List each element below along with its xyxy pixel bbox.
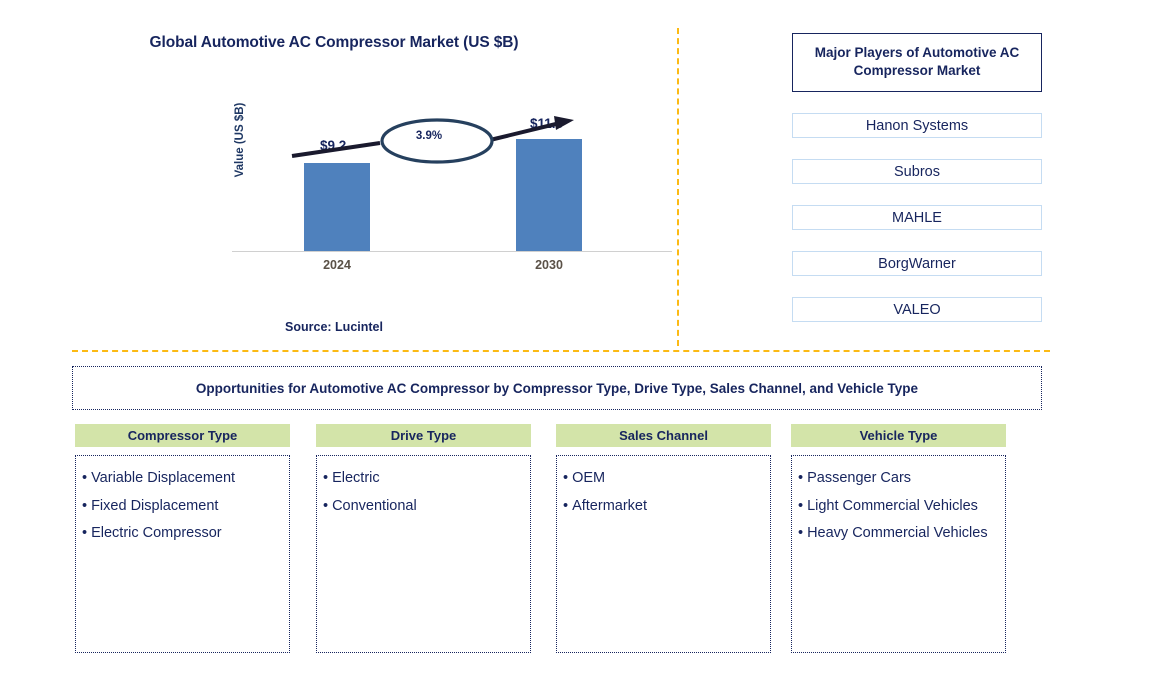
list-item-label: Fixed Displacement	[91, 497, 219, 514]
list-item-label: Conventional	[332, 497, 417, 514]
opportunity-columns: Compressor Type • Variable Displacement •…	[75, 424, 1040, 654]
list-item: • Conventional	[323, 496, 526, 517]
column-body: • OEM • Aftermarket	[556, 455, 771, 653]
player-item[interactable]: VALEO	[792, 297, 1042, 323]
cagr-annotation-arrow	[291, 116, 574, 164]
bullet-icon: •	[563, 470, 569, 486]
bullet-icon: •	[82, 497, 88, 514]
opportunities-banner: Opportunities for Automotive AC Compress…	[72, 366, 1042, 410]
chart-title: Global Automotive AC Compressor Market (…	[149, 34, 519, 51]
player-item[interactable]: Subros	[792, 159, 1042, 185]
major-players-list: Hanon Systems Subros MAHLE BorgWarner VA…	[792, 113, 1042, 323]
y-axis-label: Value (US $B)	[234, 102, 246, 178]
list-item-label: Variable Displacement	[91, 470, 236, 486]
list-item-label: Electric Compressor	[91, 525, 222, 542]
list-item: • Electric Compressor	[82, 523, 285, 544]
x-axis-baseline	[232, 251, 672, 252]
opportunity-column-compressor-type: Compressor Type • Variable Displacement •…	[75, 424, 290, 653]
list-item-label: Passenger Cars	[807, 470, 912, 486]
list-item: • Aftermarket	[563, 496, 766, 517]
column-header: Drive Type	[316, 424, 531, 447]
x-tick-label-2024: 2024	[323, 258, 351, 272]
list-item-label: Light Commercial Vehicles	[807, 497, 978, 514]
bar-2024	[304, 163, 370, 251]
vertical-divider	[677, 28, 679, 346]
list-item: • OEM	[563, 468, 766, 489]
list-item-label: Electric	[332, 470, 380, 486]
column-body: • Electric • Conventional	[316, 455, 531, 653]
column-body: • Passenger Cars • Light Commercial Vehicl…	[791, 455, 1006, 653]
x-tick-label-2030: 2030	[535, 258, 563, 272]
column-header: Compressor Type	[75, 424, 290, 447]
column-body: • Variable Displacement • Fixed Displaceme…	[75, 455, 290, 653]
bullet-icon: •	[798, 470, 804, 486]
opportunity-column-vehicle-type: Vehicle Type • Passenger Cars • Light Comm…	[791, 424, 1006, 653]
list-item-label: Heavy Commercial Vehicles	[807, 525, 988, 542]
opportunity-column-sales-channel: Sales Channel • OEM • Aftermarket	[556, 424, 771, 653]
bullet-icon: •	[798, 525, 804, 542]
player-item[interactable]: Hanon Systems	[792, 113, 1042, 139]
market-chart-panel: Global Automotive AC Compressor Market (…	[0, 0, 676, 348]
bullet-icon: •	[323, 497, 329, 514]
list-item-label: OEM	[572, 470, 606, 486]
list-item: • Fixed Displacement	[82, 496, 285, 517]
horizontal-divider	[72, 350, 1050, 352]
bullet-icon: •	[323, 470, 329, 486]
bullet-icon: •	[563, 497, 569, 514]
bullet-icon: •	[82, 525, 88, 542]
player-item[interactable]: BorgWarner	[792, 251, 1042, 277]
column-header: Sales Channel	[556, 424, 771, 447]
bar-chart-plot-area: Value (US $B) $9.2 $11.6 2024 2030 3.9%	[232, 103, 672, 272]
bullet-icon: •	[82, 470, 88, 486]
bullet-icon: •	[798, 497, 804, 514]
list-item-label: Aftermarket	[572, 497, 648, 514]
opportunity-column-drive-type: Drive Type • Electric • Conventional	[316, 424, 531, 653]
list-item: • Electric	[323, 468, 526, 489]
list-item: • Passenger Cars	[798, 468, 1001, 489]
major-players-header: Major Players of Automotive AC Compresso…	[792, 33, 1042, 93]
list-item: • Light Commercial Vehicles	[798, 496, 1001, 517]
source-label: Source: Lucintel	[285, 320, 383, 334]
column-header: Vehicle Type	[791, 424, 1006, 447]
list-item: • Heavy Commercial Vehicles	[798, 523, 1001, 544]
list-item: • Variable Displacement	[82, 468, 285, 489]
player-item[interactable]: MAHLE	[792, 205, 1042, 231]
major-players-panel: Major Players of Automotive AC Compresso…	[792, 33, 1042, 323]
